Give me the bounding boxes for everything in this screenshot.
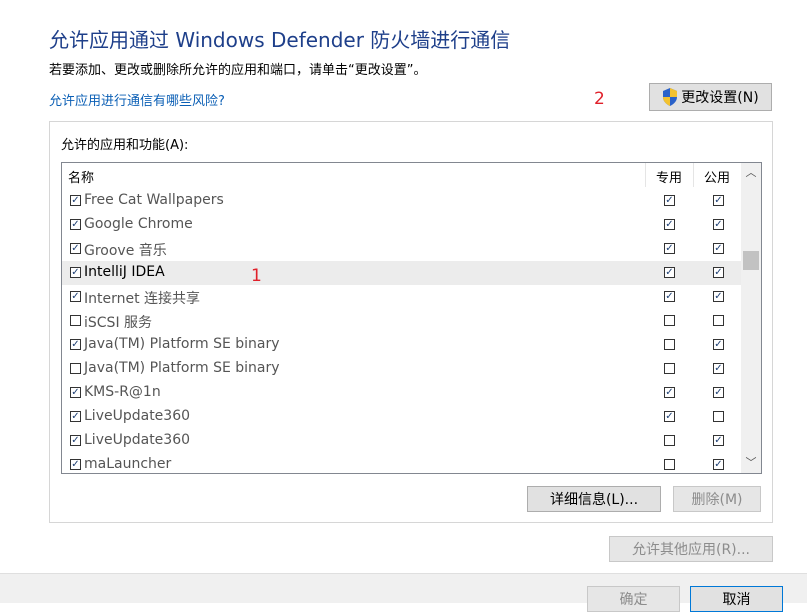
scroll-thumb[interactable]: [743, 250, 759, 270]
app-row[interactable]: ✓ Internet 连接共享 ✓ ✓: [62, 285, 741, 309]
app-name: Java(TM) Platform SE binary: [84, 336, 280, 352]
private-network-checkbox[interactable]: ✓: [664, 291, 675, 302]
page-title: 允许应用通过 Windows Defender 防火墙进行通信: [49, 28, 511, 52]
app-name: LiveUpdate360: [84, 408, 191, 424]
risk-help-link[interactable]: 允许应用进行通信有哪些风险?: [49, 90, 225, 109]
allowed-apps-label: 允许的应用和功能(A):: [61, 138, 189, 153]
app-row[interactable]: Java(TM) Platform SE binary ✓: [62, 357, 741, 381]
private-network-checkbox[interactable]: ✓: [664, 411, 675, 422]
private-network-checkbox[interactable]: ✓: [664, 219, 675, 230]
change-settings-label: 更改设置(N): [681, 90, 759, 106]
annotation-2: 2: [594, 89, 605, 109]
public-network-checkbox[interactable]: ✓: [713, 219, 724, 230]
app-name: KMS-R@1n: [84, 384, 161, 400]
private-network-checkbox[interactable]: [664, 315, 675, 326]
list-header: 名称 专用 公用: [62, 163, 741, 187]
column-header-public[interactable]: 公用: [693, 167, 741, 186]
app-name: LiveUpdate360: [84, 432, 191, 448]
public-network-checkbox[interactable]: ✓: [713, 459, 724, 470]
app-enabled-checkbox[interactable]: ✓: [70, 459, 81, 470]
private-network-checkbox[interactable]: ✓: [664, 243, 675, 254]
allow-other-app-button[interactable]: 允许其他应用(R)...: [609, 536, 773, 562]
public-network-checkbox[interactable]: [713, 315, 724, 326]
private-network-checkbox[interactable]: [664, 435, 675, 446]
public-network-checkbox[interactable]: ✓: [713, 267, 724, 278]
app-enabled-checkbox[interactable]: [70, 315, 81, 326]
private-network-checkbox[interactable]: ✓: [664, 195, 675, 206]
private-network-checkbox[interactable]: [664, 459, 675, 470]
dialog-footer: [0, 573, 807, 603]
public-network-checkbox[interactable]: ✓: [713, 387, 724, 398]
app-row[interactable]: ✓ Java(TM) Platform SE binary ✓: [62, 333, 741, 357]
app-row[interactable]: ✓ Free Cat Wallpapers ✓ ✓: [62, 189, 741, 213]
private-network-checkbox[interactable]: ✓: [664, 387, 675, 398]
app-name: maLauncher: [84, 456, 172, 472]
scroll-up-icon[interactable]: ︿: [741, 163, 761, 183]
public-network-checkbox[interactable]: ✓: [713, 291, 724, 302]
app-row[interactable]: ✓ Groove 音乐 ✓ ✓: [62, 237, 741, 261]
app-name: Internet 连接共享: [84, 291, 201, 307]
public-network-checkbox[interactable]: ✓: [713, 339, 724, 350]
remove-button[interactable]: 删除(M): [673, 486, 761, 512]
app-name: IntelliJ IDEA: [84, 264, 165, 280]
column-header-name[interactable]: 名称: [68, 167, 94, 186]
app-name: Free Cat Wallpapers: [84, 192, 224, 208]
app-row[interactable]: ✓ maLauncher ✓: [62, 453, 741, 473]
app-enabled-checkbox[interactable]: ✓: [70, 435, 81, 446]
public-network-checkbox[interactable]: ✓: [713, 243, 724, 254]
app-row[interactable]: ✓ LiveUpdate360 ✓: [62, 429, 741, 453]
allowed-apps-list[interactable]: 名称 专用 公用 ✓ Free Cat Wallpapers ✓ ✓ ✓ Google C…: [61, 162, 762, 474]
column-header-private[interactable]: 专用: [645, 167, 693, 186]
ok-button[interactable]: 确定: [587, 586, 680, 612]
app-enabled-checkbox[interactable]: ✓: [70, 339, 81, 350]
private-network-checkbox[interactable]: ✓: [664, 267, 675, 278]
cancel-button[interactable]: 取消: [690, 586, 783, 612]
change-settings-button[interactable]: 更改设置(N): [649, 83, 772, 111]
app-enabled-checkbox[interactable]: ✓: [70, 411, 81, 422]
app-row[interactable]: iSCSI 服务: [62, 309, 741, 333]
app-name: Google Chrome: [84, 216, 193, 232]
page-subtitle: 若要添加、更改或删除所允许的应用和端口，请单击“更改设置”。: [49, 63, 427, 78]
app-name: Groove 音乐: [84, 243, 167, 259]
app-row[interactable]: ✓ IntelliJ IDEA ✓ ✓: [62, 261, 741, 285]
app-row[interactable]: ✓ KMS-R@1n ✓ ✓: [62, 381, 741, 405]
app-enabled-checkbox[interactable]: ✓: [70, 387, 81, 398]
app-enabled-checkbox[interactable]: ✓: [70, 219, 81, 230]
app-row[interactable]: ✓ Google Chrome ✓ ✓: [62, 213, 741, 237]
app-enabled-checkbox[interactable]: ✓: [70, 267, 81, 278]
annotation-1: 1: [251, 266, 262, 286]
public-network-checkbox[interactable]: [713, 411, 724, 422]
app-name: iSCSI 服务: [84, 315, 153, 331]
public-network-checkbox[interactable]: ✓: [713, 363, 724, 374]
allowed-apps-group: 允许的应用和功能(A): 名称 专用 公用 ✓ Free Cat Wallpape…: [49, 121, 773, 523]
app-enabled-checkbox[interactable]: [70, 363, 81, 374]
public-network-checkbox[interactable]: ✓: [713, 435, 724, 446]
private-network-checkbox[interactable]: [664, 339, 675, 350]
app-name: Java(TM) Platform SE binary: [84, 360, 280, 376]
scroll-down-icon[interactable]: ﹀: [741, 453, 761, 473]
private-network-checkbox[interactable]: [664, 363, 675, 374]
app-enabled-checkbox[interactable]: ✓: [70, 195, 81, 206]
list-scrollbar[interactable]: ︿ ﹀: [741, 163, 761, 473]
details-button[interactable]: 详细信息(L)...: [527, 486, 661, 512]
app-row[interactable]: ✓ LiveUpdate360 ✓: [62, 405, 741, 429]
public-network-checkbox[interactable]: ✓: [713, 195, 724, 206]
uac-shield-icon: [663, 88, 678, 106]
app-enabled-checkbox[interactable]: ✓: [70, 291, 81, 302]
app-enabled-checkbox[interactable]: ✓: [70, 243, 81, 254]
